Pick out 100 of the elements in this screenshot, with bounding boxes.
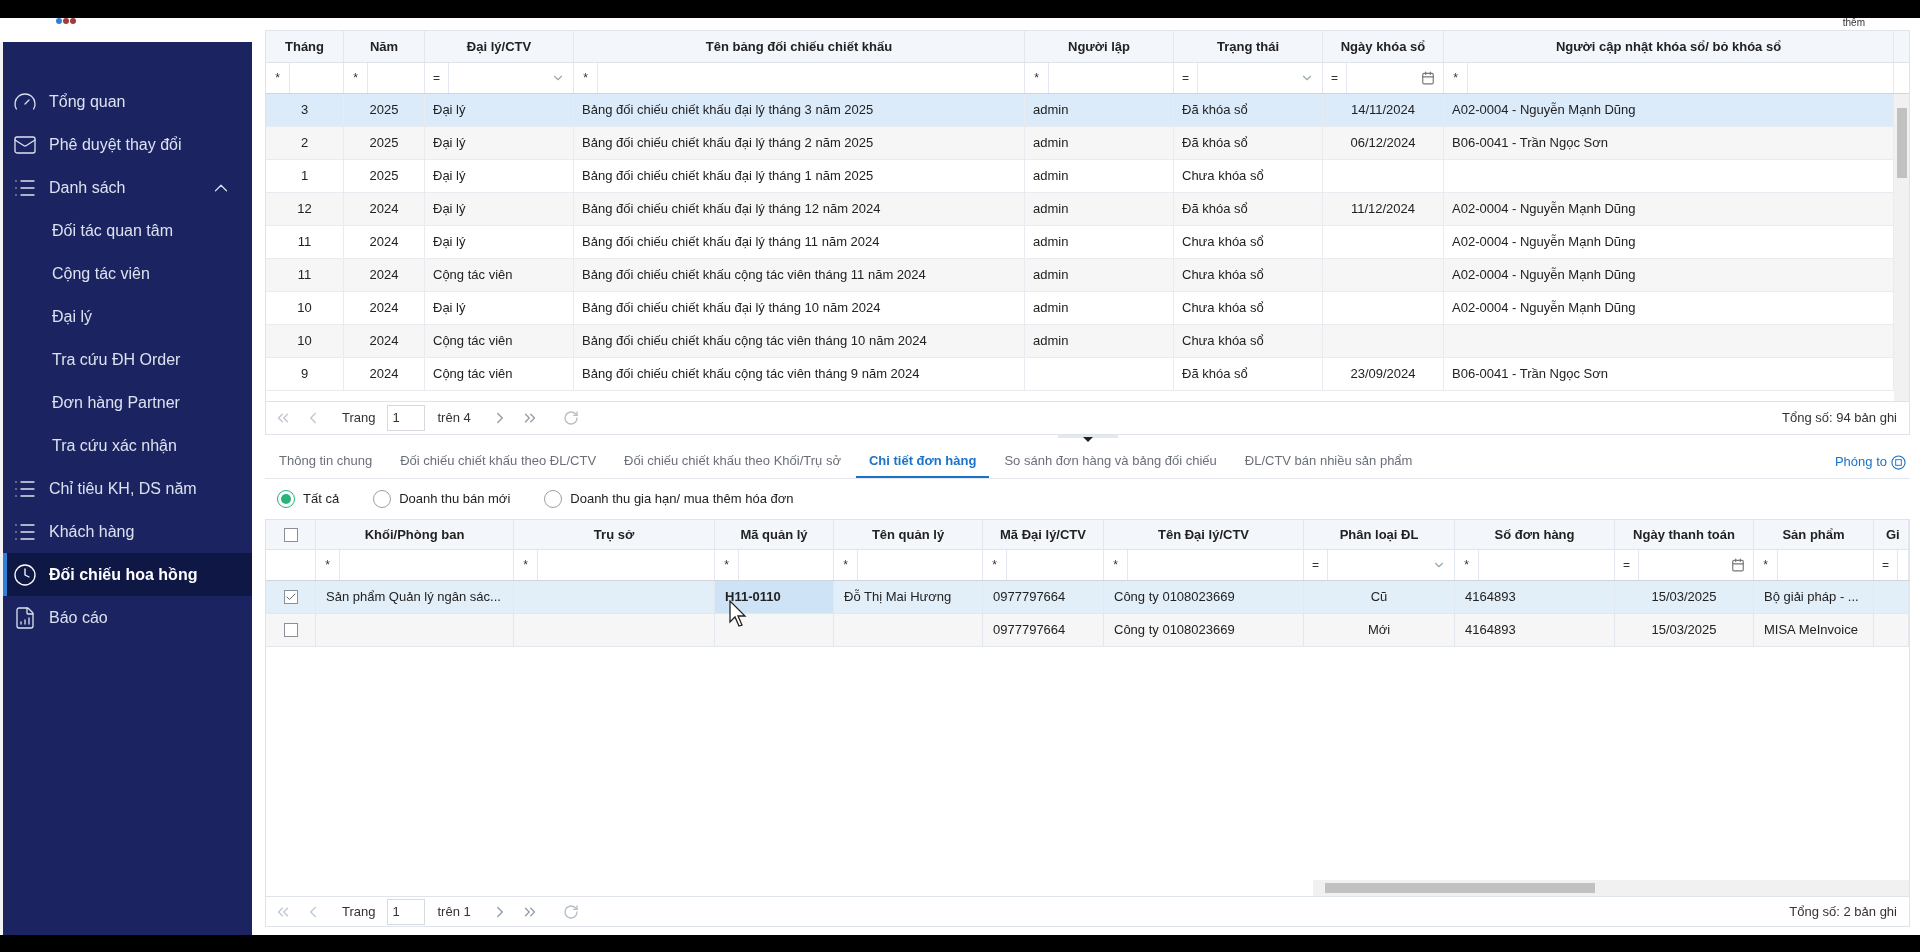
radio-label[interactable]: Doanh thu gia hạn/ mua thêm hóa đơn bbox=[570, 489, 794, 509]
tab[interactable]: Đối chiếu chiết khấu theo Khối/Trụ sở bbox=[611, 446, 854, 478]
table-cell-text: 2 bbox=[300, 134, 309, 153]
expand-icon bbox=[1891, 454, 1906, 470]
table-cell-text: H11-0110 bbox=[725, 588, 781, 607]
table-cell-text: 06/12/2024 bbox=[1350, 134, 1416, 153]
sidebar-item[interactable]: Đại lý bbox=[3, 295, 252, 338]
table-cell-text: A02-0004 - Nguyễn Mạnh Dũng bbox=[1452, 200, 1636, 219]
table-cell-text: 9 bbox=[300, 365, 309, 384]
table-cell-text: Đã khóa sổ bbox=[1182, 200, 1248, 219]
table-cell-text: Công ty 0108023669 bbox=[1114, 621, 1235, 640]
radio-button[interactable] bbox=[373, 490, 392, 508]
table-row[interactable]: 9 2024 Cộng tác viên Bảng đối chiếu chiết khấu cộng tác viên tháng 9 năm 2024 Đã khóa sổ 23/09/2024 B06-0041 - Trần Ngọc Sơn bbox=[266, 358, 1894, 391]
column-header[interactable]: Phân loại ĐL bbox=[1304, 520, 1455, 549]
table-row[interactable]: 11 2024 Cộng tác viên Bảng đối chiếu chiết khấu cộng tác viên tháng 11 năm 2024 admin Chưa khóa sổ A02-0004 - Nguyễn Mạnh Dũng bbox=[266, 259, 1894, 292]
sidebar-item[interactable]: Khách hàng bbox=[3, 510, 252, 553]
column-header[interactable]: Trạng thái bbox=[1174, 31, 1323, 62]
table-row[interactable]: 10 2024 Đại lý Bảng đối chiếu chiết khấu đại lý tháng 10 năm 2024 admin Chưa khóa sổ A02-0004 - Nguyễn Mạnh Dũng bbox=[266, 292, 1894, 325]
table-row[interactable]: 0977797664 Công ty 0108023669 Mới 4164893 15/03/2025 MISA MeInvoice bbox=[266, 614, 1909, 647]
sidebar-item[interactable]: Chỉ tiêu KH, DS năm bbox=[3, 467, 252, 510]
table-cell-text: 2025 bbox=[369, 101, 399, 120]
table-cell-text: admin bbox=[1033, 101, 1069, 120]
refresh-icon[interactable] bbox=[562, 903, 579, 920]
column-header[interactable]: Người cập nhật khóa sổ/ bỏ khóa sổ bbox=[1444, 31, 1894, 62]
column-header[interactable]: Tháng bbox=[266, 31, 344, 62]
table-cell-text: Đại lý bbox=[433, 200, 466, 219]
sidebar-item[interactable]: Đơn hàng Partner bbox=[3, 381, 252, 424]
sidebar-item[interactable]: Tra cứu ĐH Order bbox=[3, 338, 252, 381]
sidebar-item[interactable]: Cộng tác viên bbox=[3, 252, 252, 295]
table-row[interactable]: 3 2025 Đại lý Bảng đối chiếu chiết khấu đại lý tháng 3 năm 2025 admin Đã khóa sổ 14/11/2024 A02-0004 - Nguyễn Mạnh Dũng bbox=[266, 94, 1894, 127]
table-cell-text: B06-0041 - Trần Ngọc Sơn bbox=[1452, 365, 1608, 384]
radio-button[interactable] bbox=[544, 490, 563, 508]
sidebar-item[interactable]: Phê duyệt thay đổi bbox=[3, 123, 252, 166]
tab[interactable]: Chi tiết đơn hàng bbox=[855, 446, 990, 478]
table-cell-text: admin bbox=[1033, 167, 1069, 186]
column-header[interactable]: Đại lý/CTV bbox=[425, 31, 574, 62]
column-header[interactable]: Sản phẩm bbox=[1754, 520, 1874, 549]
table-row[interactable]: 11 2024 Đại lý Bảng đối chiếu chiết khấu đại lý tháng 11 năm 2024 admin Chưa khóa sổ A02-0004 - Nguyễn Mạnh Dũng bbox=[266, 226, 1894, 259]
column-header[interactable]: Ngày thanh toán bbox=[1615, 520, 1754, 549]
sidebar-item[interactable]: Tra cứu xác nhận bbox=[3, 424, 252, 467]
table-cell-text: 2024 bbox=[369, 233, 399, 252]
table-cell-text: admin bbox=[1033, 332, 1069, 351]
tab[interactable]: ĐL/CTV bán nhiều sản phẩm bbox=[1231, 446, 1426, 478]
column-header[interactable]: Năm bbox=[344, 31, 425, 62]
column-header[interactable]: Tên Đại lý/CTV bbox=[1104, 520, 1304, 549]
sidebar-item[interactable]: Báo cáo bbox=[3, 596, 252, 639]
column-header[interactable]: Khối/Phòng ban bbox=[316, 520, 514, 549]
table-cell-text: admin bbox=[1033, 233, 1069, 252]
header-text: thêm bbox=[1842, 18, 1865, 28]
column-header[interactable]: Tên bảng đối chiếu chiết khấu bbox=[574, 31, 1025, 62]
page-field[interactable]: 1 bbox=[387, 898, 426, 925]
table-cell-text: 2024 bbox=[369, 332, 399, 351]
table-cell-text: 4164893 bbox=[1465, 621, 1516, 640]
table-cell-text: Đã khóa sổ bbox=[1182, 101, 1248, 120]
radio-label[interactable]: Tất cả bbox=[303, 489, 340, 509]
table-cell-text: Đại lý bbox=[433, 134, 466, 153]
column-header[interactable]: Người lập bbox=[1025, 31, 1174, 62]
column-header[interactable]: Ngày khóa sổ bbox=[1323, 31, 1444, 62]
sidebar-item[interactable]: Đối chiếu hoa hồng bbox=[3, 553, 252, 596]
table-row[interactable]: 2 2025 Đại lý Bảng đối chiếu chiết khấu đại lý tháng 2 năm 2025 admin Đã khóa sổ 06/12/2024 B06-0041 - Trần Ngọc Sơn bbox=[266, 127, 1894, 160]
horizontal-scrollbar[interactable] bbox=[1313, 880, 1909, 896]
table-cell-text: Chưa khóa sổ bbox=[1182, 332, 1264, 351]
table-row[interactable]: 1 2025 Đại lý Bảng đối chiếu chiết khấu đại lý tháng 1 năm 2025 admin Chưa khóa sổ bbox=[266, 160, 1894, 193]
table-cell-text: admin bbox=[1033, 134, 1069, 153]
sidebar-item[interactable]: Đối tác quan tâm bbox=[3, 209, 252, 252]
table-cell-text: Bảng đối chiếu chiết khấu cộng tác viên tháng 9 năm 2024 bbox=[582, 365, 920, 384]
tab[interactable]: Đối chiếu chiết khấu theo ĐL/CTV bbox=[387, 446, 610, 478]
table-cell-text: Chưa khóa sổ bbox=[1182, 167, 1264, 186]
refresh-icon[interactable] bbox=[562, 410, 579, 426]
tab[interactable]: So sánh đơn hàng và bảng đối chiếu bbox=[991, 446, 1230, 478]
row-checkbox[interactable] bbox=[283, 590, 298, 604]
splitter-handle-icon[interactable] bbox=[1057, 435, 1118, 443]
table-cell-text: A02-0004 - Nguyễn Mạnh Dũng bbox=[1452, 101, 1636, 120]
zoom-link[interactable]: Phóng to bbox=[1834, 446, 1910, 478]
table-cell-text: B06-0041 - Trần Ngọc Sơn bbox=[1452, 134, 1608, 153]
table-cell-text: A02-0004 - Nguyễn Mạnh Dũng bbox=[1452, 299, 1636, 318]
table-cell-text: 2024 bbox=[369, 365, 399, 384]
column-header[interactable]: Mã quản lý bbox=[715, 520, 834, 549]
radio-button[interactable] bbox=[277, 490, 295, 508]
column-header[interactable]: Số đơn hàng bbox=[1455, 520, 1615, 549]
page-field[interactable]: 1 bbox=[387, 405, 426, 431]
scrollbar[interactable] bbox=[1894, 94, 1909, 401]
table-cell-text: 2025 bbox=[369, 167, 399, 186]
table-cell-text: Đại lý bbox=[433, 299, 466, 318]
table-cell-text: 1 bbox=[300, 167, 309, 186]
tab[interactable]: Thông tin chung bbox=[266, 446, 386, 478]
column-header[interactable]: Trụ sở bbox=[514, 520, 715, 549]
page-label: Trang bbox=[341, 409, 377, 428]
table-cell-text: Cộng tác viên bbox=[433, 266, 513, 285]
column-header[interactable]: Mã Đại lý/CTV bbox=[983, 520, 1104, 549]
radio-label[interactable]: Doanh thu bán mới bbox=[399, 489, 511, 509]
table-row[interactable]: 10 2024 Cộng tác viên Bảng đối chiếu chiết khấu cộng tác viên tháng 10 năm 2024 admin Chưa khóa sổ bbox=[266, 325, 1894, 358]
row-checkbox[interactable] bbox=[283, 623, 298, 637]
sidebar-item[interactable]: Tổng quan bbox=[3, 80, 252, 123]
table-cell-text: Công ty 0108023669 bbox=[1114, 588, 1235, 607]
column-header[interactable]: Gi bbox=[1874, 520, 1909, 549]
table-row[interactable]: 12 2024 Đại lý Bảng đối chiếu chiết khấu đại lý tháng 12 năm 2024 admin Đã khóa sổ 11/12/2024 A02-0004 - Nguyễn Mạnh Dũng bbox=[266, 193, 1894, 226]
record-total: Tổng số: 94 bản ghi bbox=[1782, 409, 1898, 428]
sidebar-item[interactable]: Danh sách bbox=[3, 166, 252, 209]
column-header[interactable]: Tên quản lý bbox=[834, 520, 983, 549]
